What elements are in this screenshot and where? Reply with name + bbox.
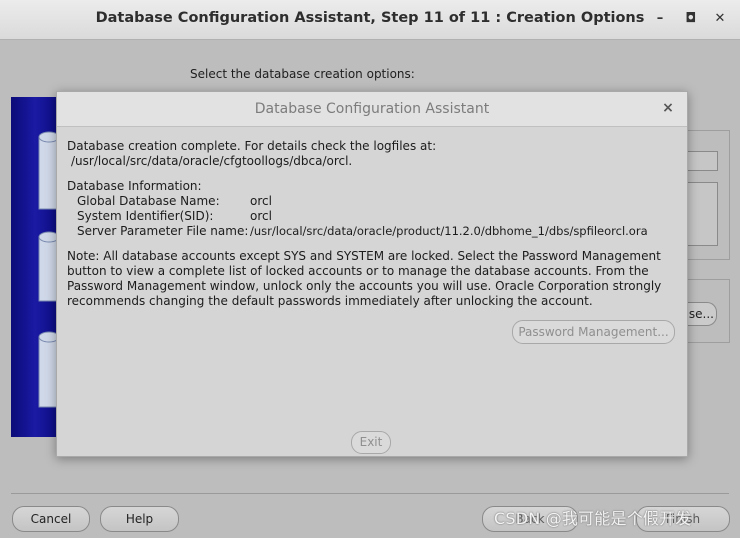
watermark-text: CSDN @我可能是个假开发 [494, 509, 692, 528]
info-label-global-name: Global Database Name: [77, 194, 220, 208]
note-line: Password Management window, unlock only … [67, 279, 662, 293]
exit-button[interactable]: Exit [351, 431, 391, 454]
database-info-heading: Database Information: [67, 179, 202, 193]
template-name-field[interactable] [683, 151, 718, 171]
logfile-path: /usr/local/src/data/oracle/cfgtoollogs/d… [71, 154, 353, 168]
info-value-global-name: orcl [250, 194, 272, 208]
close-window-button[interactable]: ✕ [711, 10, 729, 28]
completion-message: Database creation complete. For details … [67, 139, 437, 153]
window-titlebar: Database Configuration Assistant, Step 1… [0, 0, 740, 40]
minimize-button[interactable]: – [651, 10, 669, 28]
info-value-spfile: /usr/local/src/data/oracle/product/11.2.… [250, 224, 648, 238]
info-label-sid: System Identifier(SID): [77, 209, 214, 223]
creation-options-prompt: Select the database creation options: [190, 67, 415, 81]
dialog-titlebar: Database Configuration Assistant × [57, 92, 687, 127]
dialog-title: Database Configuration Assistant [254, 101, 490, 117]
info-value-sid: orcl [250, 209, 272, 223]
info-label-spfile: Server Parameter File name: [77, 224, 249, 238]
password-management-button[interactable]: Password Management... [512, 320, 675, 344]
template-description-field[interactable] [683, 182, 718, 246]
dialog-close-button[interactable]: × [660, 100, 676, 116]
maximize-button[interactable]: ◘ [682, 10, 700, 28]
window-title: Database Configuration Assistant, Step 1… [95, 10, 645, 26]
note-line: recommends changing the default password… [67, 294, 593, 308]
footer-divider [11, 493, 729, 494]
note-line: button to view a complete list of locked… [67, 264, 649, 278]
note-line: Note: All database accounts except SYS a… [67, 249, 661, 263]
help-button[interactable]: Help [100, 506, 179, 532]
database-banner-image [11, 97, 59, 437]
cancel-button[interactable]: Cancel [12, 506, 90, 532]
completion-dialog: Database Configuration Assistant × Datab… [56, 91, 688, 457]
